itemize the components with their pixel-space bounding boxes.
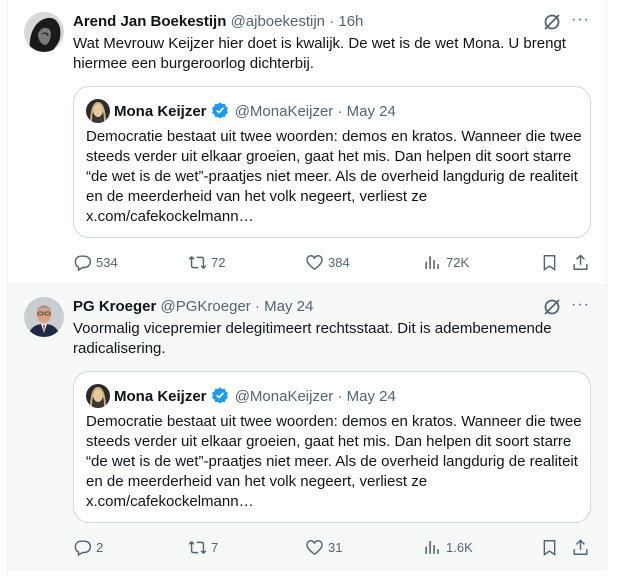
bookmark-button[interactable] <box>540 252 559 272</box>
verified-badge-icon <box>211 386 229 404</box>
quote-author-name[interactable]: Mona Keijzer <box>114 103 207 120</box>
bookmark-icon <box>543 254 556 271</box>
tweet-text: Voormalig vicepremier delegitimeert rech… <box>73 320 552 357</box>
share-button[interactable] <box>571 252 590 272</box>
views-button[interactable]: 1.6K <box>423 537 473 557</box>
tweet-header: Arend Jan Boekestijn @ajboekestijn · 16h <box>73 12 363 32</box>
bookmark-button[interactable] <box>540 537 559 557</box>
tweet-text: Wat Mevrouw Keijzer hier doet is kwalijk… <box>73 35 566 72</box>
separator: · <box>337 388 343 405</box>
reply-count: 2 <box>96 539 104 555</box>
quote-avatar[interactable] <box>86 384 110 408</box>
like-icon <box>306 539 323 555</box>
grok-icon[interactable] <box>542 297 562 317</box>
timestamp[interactable]: May 24 <box>264 298 313 315</box>
author-handle[interactable]: @ajboekestijn <box>231 13 325 30</box>
separator: · <box>254 298 260 315</box>
repost-icon <box>188 540 207 554</box>
avatar[interactable] <box>24 297 64 337</box>
repost-button[interactable]: 72 <box>188 252 225 272</box>
repost-count: 7 <box>211 539 219 555</box>
quote-author-handle[interactable]: @MonaKeijzer <box>235 103 334 120</box>
tweet[interactable]: PG Kroeger @PGKroeger · May 24 ··· Voorm… <box>7 285 607 570</box>
timeline: Arend Jan Boekestijn @ajboekestijn · 16h… <box>0 0 623 576</box>
quote-text: Democratie bestaat uit twee woorden: dem… <box>86 413 582 510</box>
repost-button[interactable]: 7 <box>188 537 218 557</box>
quote-timestamp[interactable]: May 24 <box>347 103 396 120</box>
action-bar: 2 7 31 1.6K <box>73 537 593 557</box>
grok-icon[interactable] <box>542 12 562 32</box>
separator: · <box>337 103 343 120</box>
verified-badge-icon <box>211 101 229 119</box>
quoted-tweet[interactable]: Mona Keijzer @MonaKeijzer · May 24 Democ… <box>73 86 591 238</box>
quote-header: Mona Keijzer @MonaKeijzer · May 24 <box>114 386 396 407</box>
repost-icon <box>188 255 207 269</box>
share-icon <box>573 538 588 555</box>
quote-text: Democratie bestaat uit twee woorden: dem… <box>86 128 582 225</box>
like-button[interactable]: 31 <box>305 537 342 557</box>
bookmark-icon <box>543 539 556 556</box>
like-icon <box>306 254 323 270</box>
quote-author-handle[interactable]: @MonaKeijzer <box>235 388 334 405</box>
reply-icon <box>74 539 92 556</box>
share-button[interactable] <box>571 537 590 557</box>
views-icon <box>425 540 439 554</box>
action-bar: 534 72 384 72K <box>73 252 593 272</box>
timestamp[interactable]: 16h <box>338 13 363 30</box>
share-icon <box>573 253 588 270</box>
view-count: 72K <box>446 254 470 270</box>
more-options-button[interactable]: ··· <box>571 10 590 30</box>
tweet[interactable]: Arend Jan Boekestijn @ajboekestijn · 16h… <box>7 0 607 285</box>
author-name[interactable]: Arend Jan Boekestijn <box>73 13 226 30</box>
more-options-button[interactable]: ··· <box>571 295 590 315</box>
reply-icon <box>74 254 92 271</box>
separator: · <box>329 13 335 30</box>
view-count: 1.6K <box>446 539 473 555</box>
reply-count: 534 <box>96 254 118 270</box>
reply-button[interactable]: 534 <box>73 252 118 272</box>
views-icon <box>425 255 439 269</box>
quote-timestamp[interactable]: May 24 <box>347 388 396 405</box>
quote-header: Mona Keijzer @MonaKeijzer · May 24 <box>114 101 396 122</box>
next-tweet-edge <box>7 570 607 576</box>
quote-author-name[interactable]: Mona Keijzer <box>114 388 207 405</box>
tweet-header: PG Kroeger @PGKroeger · May 24 <box>73 297 313 317</box>
avatar[interactable] <box>24 12 64 52</box>
author-name[interactable]: PG Kroeger <box>73 298 156 315</box>
views-button[interactable]: 72K <box>423 252 469 272</box>
repost-count: 72 <box>211 254 226 270</box>
like-button[interactable]: 384 <box>305 252 350 272</box>
author-handle[interactable]: @PGKroeger <box>161 298 251 315</box>
quote-avatar[interactable] <box>86 99 110 123</box>
reply-button[interactable]: 2 <box>73 537 103 557</box>
like-count: 31 <box>328 539 343 555</box>
quoted-tweet[interactable]: Mona Keijzer @MonaKeijzer · May 24 Democ… <box>73 371 591 523</box>
like-count: 384 <box>328 254 350 270</box>
